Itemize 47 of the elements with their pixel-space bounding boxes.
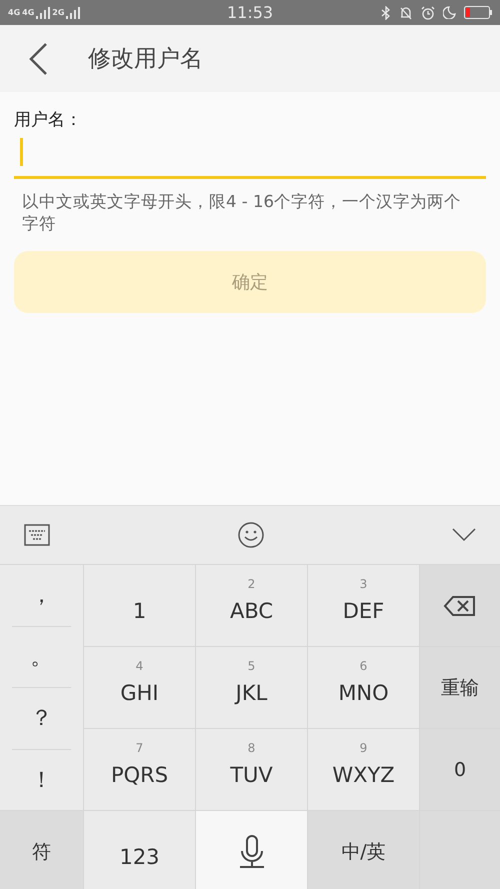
clock-time: 11:53 <box>226 3 274 22</box>
page-title: 修改用户名 <box>88 45 203 74</box>
keyboard-key[interactable]: 2 ABC <box>196 565 307 646</box>
keyboard-key[interactable]: 8 TUV <box>196 729 307 810</box>
keyboard-key[interactable]: 0 <box>420 729 500 810</box>
muted-bell-icon <box>399 6 414 20</box>
chevron-down-icon[interactable] <box>452 528 476 542</box>
key-digit: 4 <box>134 659 144 673</box>
key-digit: 2 <box>246 577 256 591</box>
key-digit: 9 <box>358 741 368 755</box>
network-label: 2G <box>52 8 64 17</box>
keyboard-key[interactable]: 中/英 <box>308 811 419 889</box>
symbol-key[interactable]: 。 <box>12 626 71 688</box>
signal-icon <box>36 6 50 18</box>
alarm-clock-icon <box>421 6 436 20</box>
bluetooth-icon <box>381 6 392 20</box>
keyboard-key[interactable]: 6 MNO <box>308 647 419 728</box>
smiley-icon[interactable] <box>238 522 264 548</box>
keyboard-key[interactable]: 123 <box>84 811 195 889</box>
battery-icon <box>464 6 492 19</box>
voice-key[interactable] <box>196 811 307 889</box>
keyboard-key[interactable]: 4 GHI <box>84 647 195 728</box>
keyboard-key[interactable]: 7 PQRS <box>84 729 195 810</box>
network-label: 4G <box>22 8 34 17</box>
backspace-key[interactable] <box>420 565 500 646</box>
keyboard-key[interactable]: 9 WXYZ <box>308 729 419 810</box>
keyboard-key[interactable]: 重输 <box>420 647 500 728</box>
keyboard-icon[interactable] <box>24 524 50 546</box>
moon-icon <box>443 6 456 19</box>
symbol-key[interactable]: ！ <box>12 750 71 810</box>
key-digit: 6 <box>358 659 368 673</box>
key-digit: 7 <box>134 741 144 755</box>
network-label: 4G <box>8 8 20 17</box>
key-digit: 3 <box>358 577 368 591</box>
field-label: 用户名： <box>14 109 83 131</box>
symbol-key[interactable]: ？ <box>12 688 71 750</box>
key-digit: 8 <box>246 741 256 755</box>
signal-icon <box>66 6 80 18</box>
text-cursor <box>20 138 23 166</box>
symbol-key[interactable]: ， <box>12 565 71 626</box>
keyboard-key[interactable]: 符 <box>0 811 83 889</box>
backspace-icon <box>443 594 477 616</box>
keyboard-key[interactable]: 3 DEF <box>308 565 419 646</box>
keyboard-key[interactable]: 1 <box>84 565 195 646</box>
keyboard-key[interactable]: 5 JKL <box>196 647 307 728</box>
hint-text: 以中文或英文字母开头，限4 - 16个字符，一个汉字为两个字符 <box>21 191 462 235</box>
key-digit: 5 <box>246 659 256 673</box>
